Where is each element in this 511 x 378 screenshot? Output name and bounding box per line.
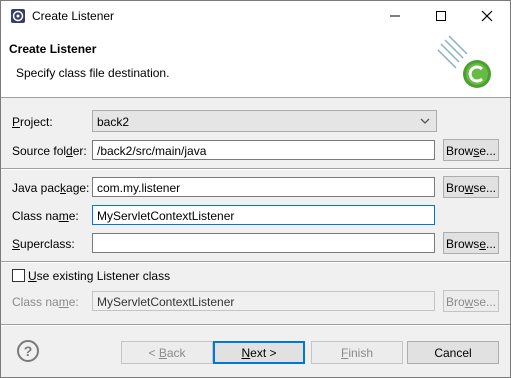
- maximize-icon: [436, 11, 446, 21]
- class-name-input[interactable]: MyServletContextListener: [92, 205, 435, 225]
- minimize-button[interactable]: [372, 1, 418, 31]
- create-listener-dialog: Create Listener Create Listener Specify …: [0, 0, 511, 378]
- minimize-icon: [390, 15, 400, 17]
- project-label: Project:: [12, 115, 53, 129]
- separator: [1, 168, 510, 170]
- wizard-title: Create Listener: [9, 42, 97, 56]
- use-existing-checkbox[interactable]: [12, 269, 25, 282]
- java-package-browse-button[interactable]: Browse...: [443, 176, 499, 198]
- project-combo-value: back2: [97, 115, 130, 129]
- cancel-button[interactable]: Cancel: [407, 341, 499, 364]
- wizard-description: Specify class file destination.: [16, 66, 170, 80]
- finish-button: Finish: [311, 341, 403, 364]
- close-button[interactable]: [464, 1, 510, 31]
- close-icon: [481, 10, 493, 22]
- eclipse-app-icon: [11, 9, 25, 23]
- source-folder-browse-button[interactable]: Browse...: [443, 139, 499, 161]
- title-bar[interactable]: Create Listener: [1, 1, 510, 31]
- existing-class-browse-button: Browse...: [443, 290, 499, 312]
- java-package-input[interactable]: com.my.listener: [92, 177, 435, 197]
- separator: [1, 261, 510, 263]
- eclipse-class-wizard-logo: [437, 35, 491, 88]
- wizard-banner: Create Listener Specify class file desti…: [1, 31, 510, 98]
- superclass-browse-button[interactable]: Browse...: [443, 232, 499, 254]
- footer-separator: [1, 324, 510, 326]
- existing-class-name-label: Class name:: [12, 295, 79, 309]
- superclass-input[interactable]: [92, 233, 435, 253]
- source-folder-label: Source folder:: [12, 144, 87, 158]
- window-title: Create Listener: [32, 9, 115, 23]
- source-folder-input[interactable]: /back2/src/main/java: [92, 140, 435, 160]
- class-name-label: Class name:: [12, 209, 79, 223]
- maximize-button[interactable]: [418, 1, 464, 31]
- back-button: < Back: [121, 341, 213, 364]
- help-icon[interactable]: ?: [17, 340, 39, 362]
- chevron-down-icon: [420, 118, 430, 124]
- use-existing-label[interactable]: Use existing Listener class: [28, 269, 170, 283]
- superclass-label: Superclass:: [12, 237, 75, 251]
- existing-class-name-input: MyServletContextListener: [92, 291, 435, 311]
- java-package-label: Java package:: [12, 181, 90, 195]
- next-button[interactable]: Next >: [213, 341, 305, 364]
- project-combo[interactable]: back2: [92, 110, 437, 132]
